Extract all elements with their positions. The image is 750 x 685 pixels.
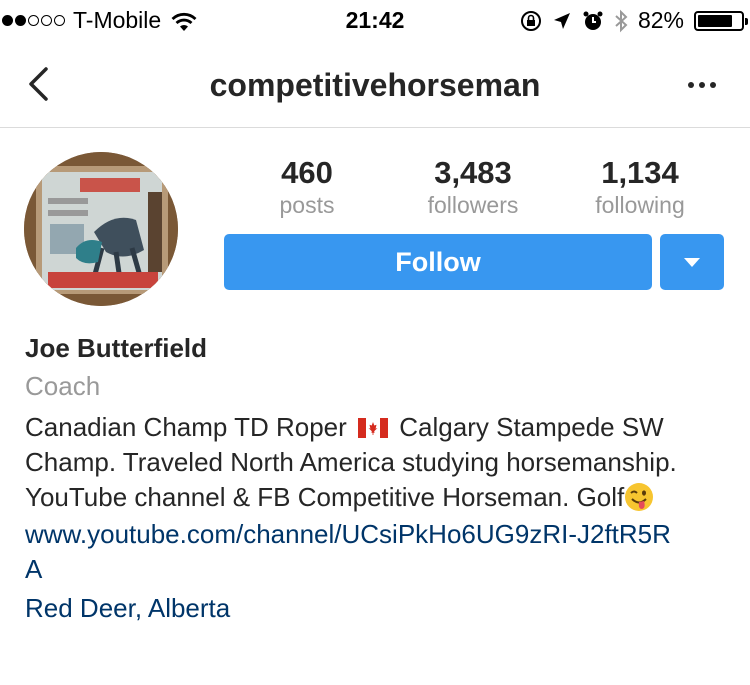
bluetooth-icon bbox=[615, 9, 628, 32]
battery-level bbox=[698, 14, 733, 27]
stat-posts[interactable]: 460 posts bbox=[224, 155, 390, 219]
status-right: 82% bbox=[520, 7, 748, 34]
profile-stats: 460 posts 3,483 followers 1,134 followin… bbox=[224, 155, 724, 225]
avatar[interactable] bbox=[24, 152, 178, 306]
bio-text: Canadian Champ TD Roper Calgary Stampede… bbox=[25, 410, 735, 515]
battery-percent: 82% bbox=[637, 7, 684, 33]
stat-value: 3,483 bbox=[434, 155, 512, 190]
follow-button[interactable]: Follow bbox=[224, 234, 652, 290]
stat-value: 1,134 bbox=[601, 155, 679, 190]
profile-bio: Joe Butterfield Coach Canadian Champ TD … bbox=[25, 330, 735, 626]
battery-icon bbox=[694, 10, 748, 31]
page-title: competitivehorseman bbox=[209, 67, 541, 103]
more-dots-icon[interactable] bbox=[688, 82, 716, 88]
canada-flag-icon bbox=[358, 418, 389, 438]
location-link[interactable]: Red Deer, Alberta bbox=[25, 591, 735, 626]
full-name: Joe Butterfield bbox=[25, 333, 208, 363]
stat-label: posts bbox=[279, 192, 335, 218]
stat-value: 460 bbox=[281, 155, 333, 190]
caret-down-icon bbox=[684, 257, 700, 267]
location-arrow-icon bbox=[553, 12, 570, 29]
bio-text-part1: Canadian Champ TD Roper bbox=[25, 412, 347, 442]
stat-label: followers bbox=[427, 192, 519, 218]
avatar-image bbox=[24, 152, 178, 306]
status-bar: T-Mobile 21:42 82% bbox=[0, 0, 750, 40]
stat-followers[interactable]: 3,483 followers bbox=[390, 155, 556, 219]
suggested-accounts-dropdown-button[interactable] bbox=[660, 234, 724, 290]
nav-bar: competitivehorseman bbox=[0, 40, 750, 128]
alarm-icon bbox=[583, 11, 603, 30]
stat-following[interactable]: 1,134 following bbox=[557, 155, 723, 219]
winking-tongue-emoji-icon bbox=[625, 483, 654, 511]
category-label: Coach bbox=[25, 371, 101, 401]
rotation-lock-icon bbox=[520, 10, 541, 31]
website-link[interactable]: www.youtube.com/channel/UCsiPkHo6UG9zRI-… bbox=[25, 517, 675, 587]
stat-label: following bbox=[595, 192, 685, 218]
